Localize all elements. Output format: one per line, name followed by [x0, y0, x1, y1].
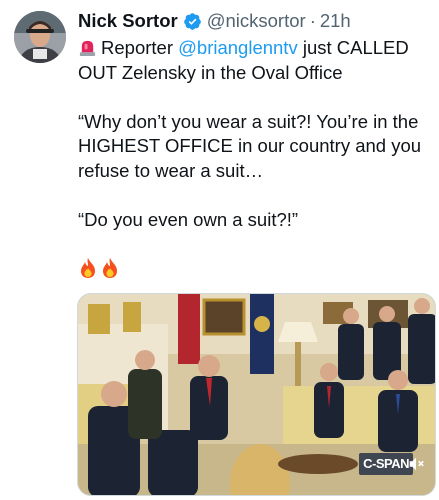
fire-icon	[103, 257, 117, 278]
cspan-watermark: C-SPAN	[359, 453, 413, 475]
mute-icon[interactable]	[407, 455, 425, 473]
author-name[interactable]: Nick Sortor	[78, 10, 178, 32]
author-handle[interactable]: @nicksortor	[207, 10, 306, 32]
video-player[interactable]: C-SPAN	[77, 293, 436, 496]
reporter-label: Reporter	[101, 37, 179, 58]
emoji-line	[78, 257, 436, 282]
avatar-image	[14, 11, 66, 63]
tweet-text: Reporter @brianglenntv just CALLED OUT Z…	[78, 36, 436, 281]
verified-badge-icon	[183, 12, 201, 30]
mention-link[interactable]: @brianglenntv	[178, 37, 298, 58]
tweet-line-intro: Reporter @brianglenntv just CALLED OUT Z…	[78, 36, 436, 85]
tweet-header: Nick Sortor @nicksortor · 21h	[78, 8, 431, 34]
quote-paragraph-1: “Why don’t you wear a suit?! You’re in t…	[78, 110, 422, 181]
quote-paragraph-2: “Do you even own a suit?!”	[78, 208, 299, 230]
siren-icon	[79, 40, 96, 57]
post-timestamp[interactable]: 21h	[320, 10, 351, 32]
separator-dot: ·	[309, 10, 316, 31]
avatar[interactable]	[14, 11, 66, 63]
tweet[interactable]: Nick Sortor @nicksortor · 21h Reporter @…	[0, 0, 439, 500]
fire-icon	[81, 257, 95, 278]
